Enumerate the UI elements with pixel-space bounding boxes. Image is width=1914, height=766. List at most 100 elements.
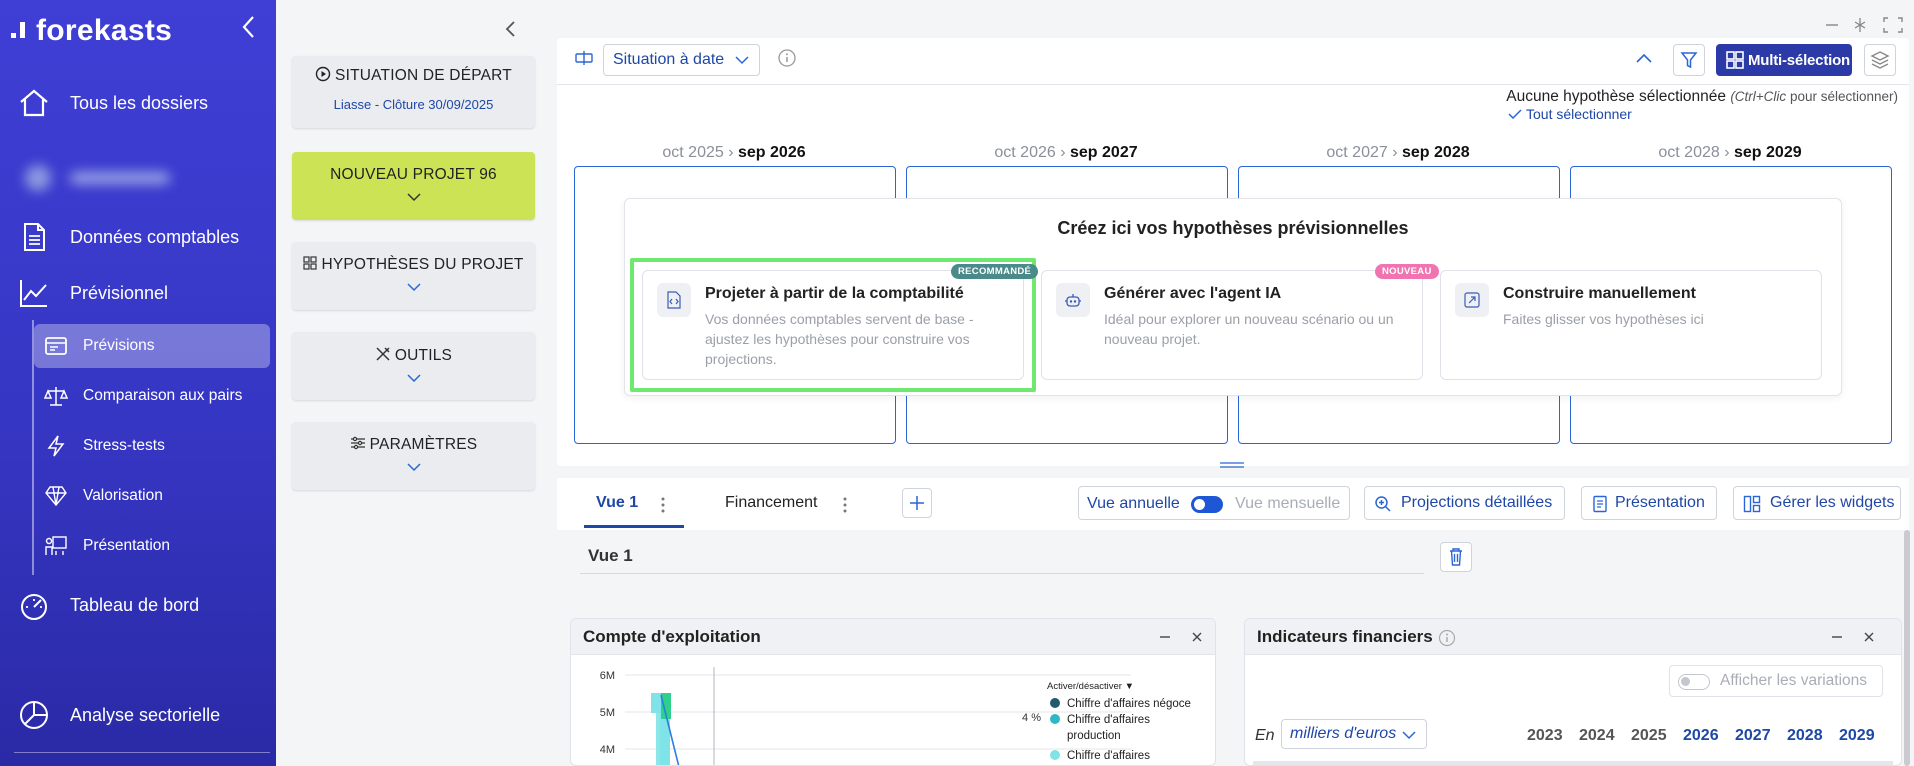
add-tab-button[interactable] — [902, 488, 932, 518]
company-logo[interactable] — [20, 160, 200, 196]
sidebar-item-dashboard[interactable]: Tableau de bord — [0, 588, 276, 622]
sidebar-subitem-label: Stress-tests — [83, 437, 165, 454]
sidebar-subitem-stress-tests[interactable]: Stress-tests — [34, 424, 270, 468]
chevron-down-icon[interactable] — [406, 373, 422, 383]
project-hypotheses-card[interactable]: HYPOTHÈSES DU PROJET — [292, 242, 535, 310]
chevron-down-icon — [1402, 731, 1416, 740]
chevron-up-icon[interactable] — [1634, 50, 1654, 66]
sidebar-divider — [14, 752, 270, 753]
sidebar-subitem-label: Présentation — [83, 537, 171, 554]
presentation-button[interactable]: Présentation — [1581, 486, 1717, 520]
view-period-toggle[interactable]: Vue annuelle Vue mensuelle — [1078, 486, 1350, 520]
sidebar-item-sector-analysis[interactable]: Analyse sectorielle — [0, 698, 276, 732]
sidebar-subitem-peer-comparison[interactable]: Comparaison aux pairs — [34, 374, 270, 418]
settings-card[interactable]: PARAMÈTRES — [292, 422, 535, 490]
select-all-link[interactable]: Tout sélectionner — [1508, 106, 1632, 122]
delete-view-button[interactable] — [1440, 542, 1472, 572]
resize-handle[interactable] — [1220, 462, 1244, 468]
sidebar-subitem-presentation[interactable]: Présentation — [34, 524, 270, 568]
panel-collapse-icon[interactable] — [500, 18, 522, 40]
toolbar-divider — [557, 84, 1909, 85]
chevron-down-icon[interactable] — [406, 462, 422, 472]
widgets-icon — [1743, 495, 1761, 513]
starting-situation-card[interactable]: SITUATION DE DÉPART Liasse - Clôture 30/… — [292, 56, 535, 128]
tab-financement[interactable]: Financement — [725, 494, 818, 512]
option-description: Idéal pour explorer un nouveau scénario … — [1104, 311, 1394, 347]
financial-indicators-widget: Indicateurs financiers Afficher les vari… — [1244, 618, 1902, 766]
starting-situation-title: SITUATION DE DÉPART — [292, 66, 535, 85]
project-card[interactable]: NOUVEAU PROJET 96 — [292, 152, 535, 220]
recommended-badge: RECOMMANDÉ — [951, 264, 1039, 279]
generate-with-ai-option[interactable]: Générer avec l'agent IA Idéal pour explo… — [1041, 270, 1423, 380]
filter-button[interactable] — [1673, 44, 1705, 76]
compare-icon[interactable] — [574, 50, 594, 66]
year-column-header: 2027 — [1735, 727, 1771, 744]
show-variations-toggle[interactable]: Afficher les variations — [1669, 665, 1883, 697]
view-switch[interactable] — [1191, 496, 1223, 513]
logo-bars-icon — [10, 18, 30, 40]
unit-select[interactable]: milliers d'euros — [1281, 719, 1427, 749]
chart-line-icon — [18, 277, 50, 309]
scrollbar[interactable] — [1904, 530, 1910, 766]
multi-selection-label: Multi-sélection — [1748, 51, 1851, 69]
minimize-icon — [1832, 636, 1842, 638]
window-controls — [1822, 14, 1914, 36]
sidebar-item-accounting-data[interactable]: Données comptables — [0, 220, 276, 254]
more-options-icon[interactable] — [842, 496, 848, 514]
starting-situation-subtitle: Liasse - Clôture 30/09/2025 — [333, 97, 494, 112]
sidebar-subitem-previsions[interactable]: Prévisions — [34, 324, 270, 368]
sliders-icon — [350, 436, 365, 450]
year-header: oct 2028 › sep 2029 — [1658, 144, 1802, 161]
sidebar-item-label: Analyse sectorielle — [70, 704, 221, 725]
year-column-header: 2029 — [1839, 727, 1875, 744]
chart-y-tick-label: 4M — [600, 744, 615, 756]
collapse-icon — [1854, 18, 1866, 32]
fullscreen-icon — [1883, 17, 1903, 33]
sidebar-item-forecast[interactable]: Prévisionnel — [0, 276, 276, 310]
tab-vue-1[interactable]: Vue 1 — [596, 494, 638, 512]
more-options-icon[interactable] — [660, 496, 666, 514]
chevron-down-icon[interactable] — [406, 192, 422, 202]
year-column-header: 2028 — [1787, 727, 1823, 744]
forecast-icon — [44, 334, 68, 358]
sidebar-item-label: Prévisionnel — [70, 282, 169, 303]
annual-view-label[interactable]: Vue annuelle — [1087, 495, 1180, 513]
sidebar-subitem-valuation[interactable]: Valorisation — [34, 474, 270, 518]
chart-y-tick-label: 5M — [600, 707, 615, 719]
app-logo[interactable]: forekasts — [10, 14, 172, 48]
close-icon — [1192, 632, 1202, 642]
multi-selection-button[interactable]: Multi-sélection — [1716, 44, 1852, 76]
info-icon[interactable] — [777, 48, 797, 68]
manage-widgets-button[interactable]: Gérer les widgets — [1733, 486, 1901, 520]
new-badge: NOUVEAU — [1375, 264, 1439, 279]
legend-entry: Chiffre d'affaires négoce — [1067, 698, 1191, 710]
tools-card[interactable]: OUTILS — [292, 332, 535, 400]
legend-entry: Chiffre d'affaires — [1067, 714, 1150, 726]
grid-icon — [303, 256, 318, 270]
scale-icon — [44, 384, 68, 408]
year-header: oct 2025 › sep 2026 — [662, 144, 806, 161]
sidebar-item-all-folders[interactable]: Tous les dossiers — [0, 86, 276, 120]
diamond-icon — [44, 484, 68, 508]
year-column-header: 2025 — [1631, 727, 1667, 744]
build-manually-option[interactable]: Construire manuellement Faites glisser v… — [1440, 270, 1822, 380]
check-icon — [1508, 109, 1522, 119]
sidebar-collapse-icon[interactable] — [238, 14, 260, 40]
monthly-view-label[interactable]: Vue mensuelle — [1235, 495, 1340, 513]
layers-button[interactable] — [1864, 44, 1896, 76]
chevron-down-icon — [735, 56, 749, 65]
year-column-header: 2023 — [1527, 727, 1563, 744]
selection-status: Aucune hypothèse sélectionnée (Ctrl+Clic… — [1506, 88, 1898, 105]
income-chart[interactable]: 6M 5M 4M Activer/désactiver ▼ Chiffre d'aff… — [571, 655, 1216, 766]
legend-entry: production — [1067, 730, 1121, 742]
document-icon — [1593, 495, 1607, 513]
detailed-projections-button[interactable]: Projections détaillées — [1364, 486, 1565, 520]
variations-switch[interactable] — [1678, 674, 1710, 690]
gauge-icon — [18, 589, 50, 621]
view-name-input[interactable]: Vue 1 — [580, 546, 1424, 574]
settings-title: PARAMÈTRES — [292, 436, 535, 454]
situation-mode-select[interactable]: Situation à date — [603, 44, 760, 76]
chevron-down-icon[interactable] — [406, 282, 422, 292]
trash-icon — [1450, 548, 1462, 566]
year-header: oct 2026 › sep 2027 — [994, 144, 1138, 161]
